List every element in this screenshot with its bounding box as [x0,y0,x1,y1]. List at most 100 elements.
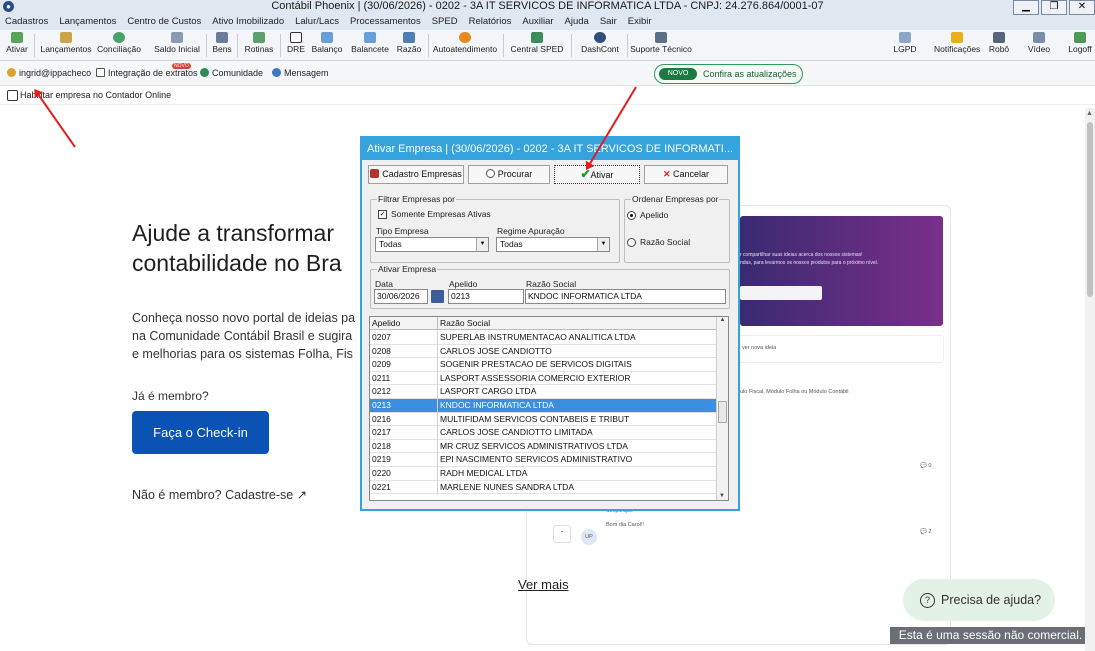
user-email-link[interactable]: ingrid@ippacheco [7,68,91,78]
grid-scroll-thumb[interactable] [718,401,727,423]
apelido-radio[interactable] [627,211,636,220]
notificacoes-button[interactable]: Notificações [934,32,980,59]
data-input[interactable]: 30/06/2026 [374,289,428,304]
cancelar-button[interactable]: ✕ Cancelar [644,165,728,184]
dashcont-button[interactable]: DashCont [578,32,622,59]
autoatendimento-button[interactable]: Autoatendimento [432,32,498,59]
razao-radio[interactable] [627,238,636,247]
central-sped-icon [531,32,543,43]
lgpd-button[interactable]: LGPD [890,32,920,59]
main-toolbar: Ativar Lançamentos Conciliação Saldo Ini… [0,30,1095,61]
chevron-down-icon: ▼ [476,238,488,251]
table-row[interactable]: 0212 LASPORT CARGO LTDA [370,385,716,400]
menu-centro-custos[interactable]: Centro de Custos [127,15,201,30]
menu-cadastros[interactable]: Cadastros [5,15,48,30]
col-divider [437,385,438,400]
menu-ajuda[interactable]: Ajuda [565,15,589,30]
table-row[interactable]: 0208 CARLOS JOSE CANDIOTTO [370,344,716,359]
conciliacao-button[interactable]: Conciliação [96,32,142,59]
page-scrollbar[interactable]: ▲ [1085,108,1095,651]
close-button[interactable]: ✕ [1069,0,1095,15]
ativar-button[interactable]: Ativar [4,32,30,59]
cadastro-empresas-button[interactable]: Cadastro Empresas [368,165,464,184]
mensagem-link[interactable]: Mensagem [272,68,329,78]
hero-subtitle: Conheça nosso novo portal de ideias pa n… [132,309,372,363]
integracao-extratos-link[interactable]: Integração de extratos [96,68,198,78]
video-button[interactable]: Vídeo [1027,32,1051,59]
help-label: Precisa de ajuda? [941,593,1042,607]
ativar-dialog-button[interactable]: ✔Ativar [554,165,640,184]
grid-header: Apelido Razão Social [370,317,716,330]
hero-heading: Ajude a transformar contabilidade no Bra [132,218,372,278]
cadastre-se-link[interactable]: Não é membro? Cadastre-se ↗ [132,487,307,502]
table-row[interactable]: 0216 MULTIFIDAM SERVICOS CONTABEIS E TRIB… [370,412,716,427]
tipo-empresa-label: Tipo Empresa [376,226,429,236]
menu-processamentos[interactable]: Processamentos [350,15,421,30]
col-divider [437,371,438,386]
apelido-field-label: Apelido [449,279,478,289]
row-code: 0207 [372,332,391,342]
table-row[interactable]: 0213 KNDOC INFORMATICA LTDA [370,399,716,413]
table-row[interactable]: 0207 SUPERLAB INSTRUMENTACAO ANALITICA LT… [370,331,716,345]
dre-button[interactable]: DRE [286,32,306,59]
menu-lancamentos[interactable]: Lançamentos [59,15,116,30]
grid-scrollbar[interactable]: ▲ ▼ [716,317,728,500]
dashcont-icon [594,32,606,43]
help-button[interactable]: ? Precisa de ajuda? [903,579,1055,621]
table-row[interactable]: 0219 EPI NASCIMENTO SERVICOS ADMINISTRATI… [370,453,716,468]
table-row[interactable]: 0217 CARLOS JOSE CANDIOTTO LIMITADA [370,426,716,441]
regime-label: Regime Apuração [497,226,565,236]
conciliacao-icon [113,32,125,43]
banner-input[interactable] [740,286,822,300]
table-row[interactable]: 0209 SOGENIR PRESTACAO DE SERVICOS DIGITA… [370,358,716,373]
calendar-icon[interactable] [431,290,444,303]
balanco-button[interactable]: Balanço [311,32,343,59]
bens-button[interactable]: Bens [212,32,232,59]
regime-select[interactable]: Todas ▼ [496,237,610,252]
user-icon [7,68,16,77]
minimize-button[interactable]: ▁ [1013,0,1039,15]
rotinas-button[interactable]: Rotinas [244,32,274,59]
checkin-button[interactable]: Faça o Check-in [132,411,269,454]
razao-button[interactable]: Razão [395,32,423,59]
table-row[interactable]: 0211 LASPORT ASSESSORIA COMERCIO EXTERIOR [370,371,716,386]
table-row[interactable]: 0221 MARLENE NUNES SANDRA LTDA [370,480,716,495]
saldo-inicial-button[interactable]: Saldo Inicial [153,32,201,59]
habilitar-bar[interactable]: Habilitar empresa no Contador Online [0,86,1095,105]
menu-sped[interactable]: SPED [432,15,458,30]
razao-input[interactable]: KNDOC INFORMATICA LTDA [525,289,726,304]
row-code: 0209 [372,359,391,370]
menu-auxiliar[interactable]: Auxiliar [522,15,553,30]
tipo-empresa-select[interactable]: Todas ▼ [375,237,489,252]
grid-col-razao[interactable]: Razão Social [440,318,490,328]
somente-ativas-checkbox[interactable]: ✓ [378,210,387,219]
menu-relatorios[interactable]: Relatórios [469,15,512,30]
row-code: 0212 [372,386,391,397]
menu-exibir[interactable]: Exibir [628,15,652,30]
menu-ativo-imobilizado[interactable]: Ativo Imobilizado [212,15,284,30]
scroll-thumb[interactable] [1087,122,1093,297]
restore-button[interactable]: ❐ [1041,0,1067,15]
lgpd-icon [899,32,911,43]
table-row[interactable]: 0220 RADH MEDICAL LTDA [370,467,716,481]
grid-col-apelido[interactable]: Apelido [372,318,400,328]
sub-line-2: na Comunidade Contábil Brasil e sugira [132,329,353,343]
message-icon [272,68,281,77]
menu-sair[interactable]: Sair [600,15,617,30]
central-sped-button[interactable]: Central SPED [510,32,564,59]
procurar-button[interactable]: Procurar [468,165,550,184]
balancete-button[interactable]: Balancete [350,32,390,59]
card-text: ver nova ideia [742,345,777,351]
lancamentos-button[interactable]: Lançamentos [40,32,92,59]
suporte-tecnico-button[interactable]: Suporte Técnico [630,32,692,59]
ver-mais-link[interactable]: Ver mais [518,577,569,592]
menu-lalur[interactable]: Lalur/Lacs [295,15,339,30]
comunidade-link[interactable]: Comunidade [200,68,263,78]
chevron-down-icon: ▼ [597,238,609,251]
update-pill[interactable]: NOVO Confira as atualizações [654,64,803,84]
table-row[interactable]: 0218 MR CRUZ SERVICOS ADMINISTRATIVOS LTD… [370,439,716,454]
apelido-input[interactable]: 0213 [448,289,524,304]
robo-button[interactable]: Robô [987,32,1011,59]
logoff-button[interactable]: Logoff [1066,32,1094,59]
upvote-button[interactable]: ⌃ [553,525,571,543]
